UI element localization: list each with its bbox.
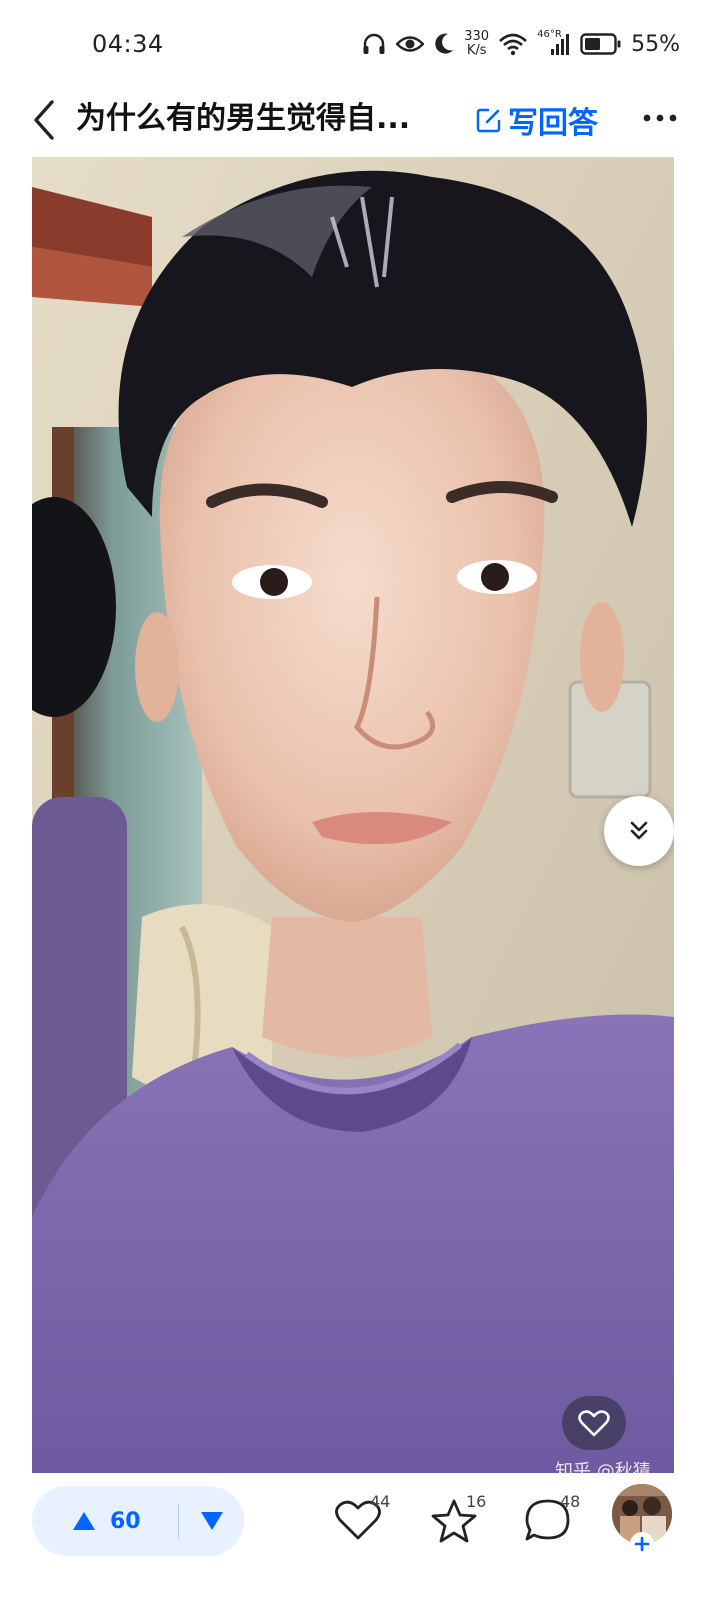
comment-button[interactable]: 48 bbox=[524, 1492, 594, 1552]
more-options-icon[interactable] bbox=[640, 102, 680, 134]
network-speed-value: 330 bbox=[464, 29, 490, 44]
upvote-button[interactable]: 60 bbox=[32, 1486, 178, 1556]
triangle-down-icon bbox=[200, 1512, 223, 1530]
network-speed: 330 K/s bbox=[464, 30, 489, 58]
battery-percentage: 55% bbox=[631, 31, 680, 57]
like-count: 44 bbox=[370, 1492, 391, 1511]
cellular-signal: 46°R bbox=[537, 29, 571, 57]
question-header: 为什么有的男生觉得自... 写回答 bbox=[0, 88, 720, 152]
follow-plus-button[interactable] bbox=[630, 1532, 654, 1556]
favorite-count: 16 bbox=[466, 1492, 487, 1511]
edit-icon bbox=[476, 108, 501, 133]
write-answer-button[interactable]: 写回答 bbox=[476, 98, 598, 142]
eye-icon bbox=[396, 36, 425, 52]
upvote-count: 60 bbox=[110, 1508, 141, 1534]
double-chevron-down-icon bbox=[630, 821, 648, 840]
selfie-illustration bbox=[32, 157, 674, 1473]
plus-icon bbox=[634, 1536, 650, 1552]
photo-watermark: 知乎 @秋猜 bbox=[555, 1461, 651, 1473]
comment-count: 48 bbox=[560, 1492, 581, 1511]
headphones-icon bbox=[363, 33, 385, 54]
wifi-icon bbox=[499, 33, 527, 56]
battery-icon bbox=[580, 33, 621, 55]
expand-content-button[interactable] bbox=[604, 796, 674, 866]
downvote-button[interactable] bbox=[179, 1486, 244, 1556]
heart-icon bbox=[578, 1410, 610, 1437]
vote-pill: 60 bbox=[32, 1486, 244, 1556]
triangle-up-icon bbox=[73, 1512, 95, 1530]
like-button[interactable]: 44 bbox=[334, 1492, 404, 1552]
status-icons: 330 K/s 46°R 55% bbox=[361, 26, 680, 62]
bottom-action-bar: 60 44 16 48 bbox=[0, 1474, 720, 1600]
signal-icon bbox=[551, 34, 570, 55]
photo-like-button[interactable] bbox=[562, 1396, 626, 1450]
status-time: 04:34 bbox=[92, 30, 164, 58]
status-bar: 04:34 330 K/s 46°R 55% bbox=[0, 0, 720, 88]
back-arrow-icon[interactable] bbox=[26, 96, 66, 144]
question-title[interactable]: 为什么有的男生觉得自... bbox=[76, 98, 456, 140]
moon-icon bbox=[435, 33, 454, 54]
network-speed-unit: K/s bbox=[466, 43, 487, 58]
favorite-button[interactable]: 16 bbox=[430, 1492, 500, 1552]
write-answer-label: 写回答 bbox=[508, 106, 598, 141]
answer-photo[interactable]: 知乎 @秋猜 bbox=[32, 157, 674, 1473]
